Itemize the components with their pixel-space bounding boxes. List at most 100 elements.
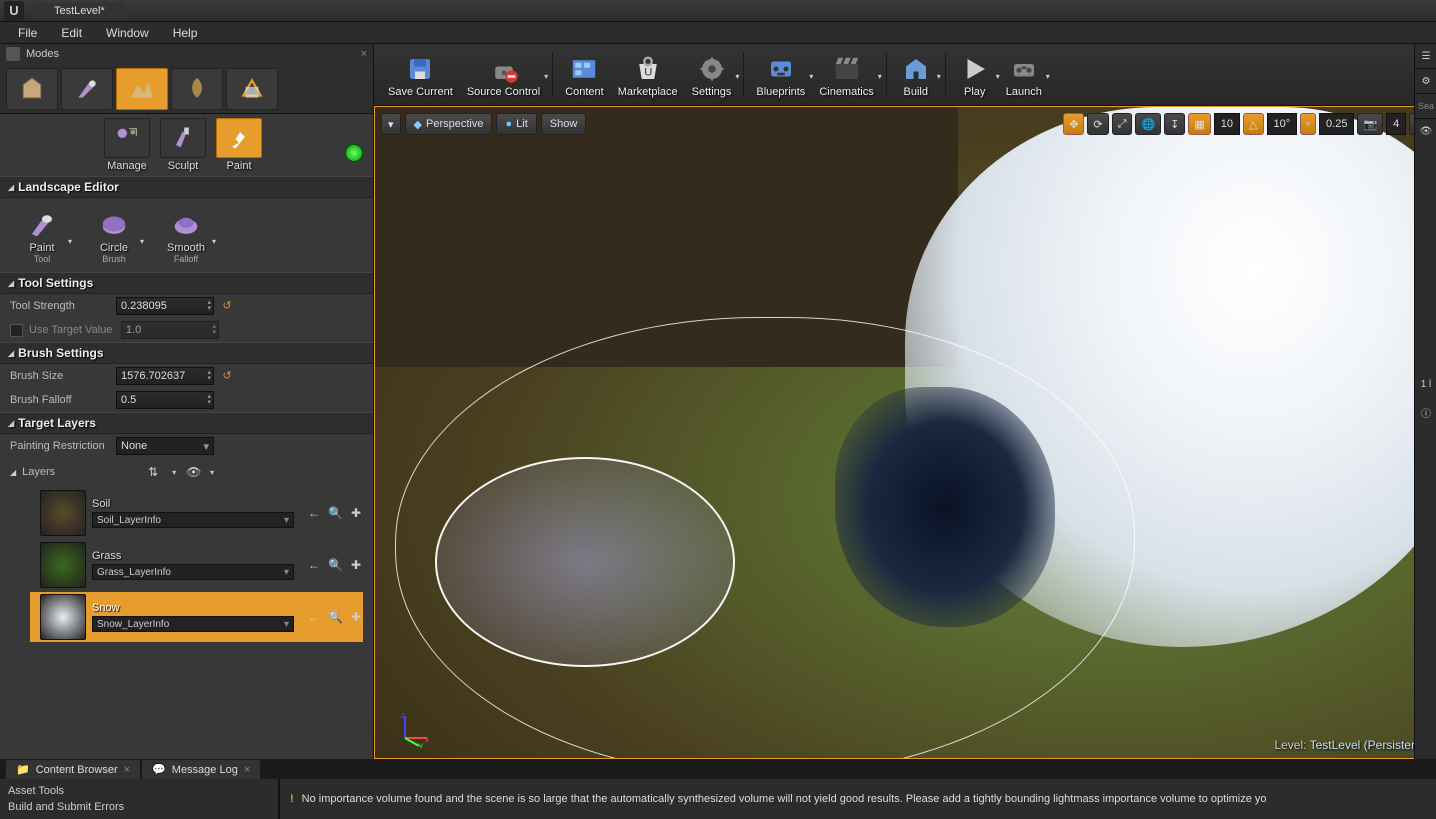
- search-placeholder[interactable]: Sea: [1415, 94, 1436, 118]
- viewport-lit-button[interactable]: ●Lit: [496, 113, 536, 135]
- toolbar-settings-button[interactable]: Settings▾: [686, 50, 738, 100]
- section-landscape-editor[interactable]: Landscape Editor: [0, 176, 373, 198]
- brush-size-input[interactable]: 1576.702637▴▾: [116, 367, 214, 385]
- landscape-paint-button[interactable]: Paint: [212, 118, 266, 172]
- browse-icon[interactable]: ←: [308, 506, 320, 520]
- close-icon[interactable]: ×: [244, 764, 250, 776]
- chevron-down-icon[interactable]: ▾: [878, 72, 882, 81]
- painting-restriction-select[interactable]: None: [116, 437, 214, 455]
- brush-falloff-input[interactable]: 0.5▴▾: [116, 391, 214, 409]
- search-icon[interactable]: 🔍: [328, 506, 343, 520]
- chevron-down-icon[interactable]: ▾: [212, 237, 216, 246]
- tab-message-log[interactable]: 💬Message Log×: [142, 760, 260, 779]
- camera-speed-value[interactable]: 4: [1386, 113, 1406, 135]
- reset-icon[interactable]: ↺: [220, 299, 234, 313]
- toolbar-marketplace-button[interactable]: UMarketplace: [612, 50, 684, 100]
- grid-snap-value[interactable]: 10: [1214, 113, 1240, 135]
- coord-space-button[interactable]: 🌐: [1135, 113, 1161, 135]
- chevron-down-icon[interactable]: ▾: [1046, 72, 1050, 81]
- chevron-down-icon[interactable]: ▾: [937, 72, 941, 81]
- layer-item-soil[interactable]: Soil Soil_LayerInfo ←🔍✚: [38, 488, 363, 538]
- grid-snap-button[interactable]: ▦: [1188, 113, 1210, 135]
- landscape-manage-button[interactable]: Manage: [100, 118, 154, 172]
- browse-icon[interactable]: ←: [308, 558, 320, 572]
- transform-scale-button[interactable]: ⤢: [1112, 113, 1133, 135]
- editor-mode-toolbar: [0, 64, 373, 114]
- mode-landscape-button[interactable]: [116, 68, 168, 110]
- menu-file[interactable]: File: [8, 24, 47, 42]
- brush-circle-sublabel: Brush: [82, 254, 146, 264]
- sort-icon[interactable]: ⇅: [148, 465, 162, 479]
- mode-place-button[interactable]: [6, 68, 58, 110]
- layer-info-select[interactable]: Grass_LayerInfo: [92, 564, 294, 580]
- falloff-smooth[interactable]: Smooth Falloff ▾: [154, 206, 218, 264]
- tool-paint-sublabel: Tool: [10, 254, 74, 264]
- toolbar-blueprints-button[interactable]: Blueprints▾: [750, 50, 811, 100]
- mode-paint-button[interactable]: [61, 68, 113, 110]
- layer-info-select[interactable]: Snow_LayerInfo: [92, 616, 294, 632]
- close-icon[interactable]: ×: [124, 764, 130, 776]
- close-icon[interactable]: ×: [361, 48, 367, 60]
- search-icon[interactable]: 🔍: [328, 558, 343, 572]
- outliner-toggle-icon[interactable]: ☰: [1415, 44, 1436, 68]
- viewport-show-button[interactable]: Show: [541, 113, 587, 135]
- layer-info-select[interactable]: Soil_LayerInfo: [92, 512, 294, 528]
- use-target-value-checkbox[interactable]: [10, 324, 23, 337]
- info-icon[interactable]: ⓘ: [1415, 400, 1436, 424]
- chevron-down-icon[interactable]: ▾: [735, 72, 739, 81]
- brush-circle[interactable]: Circle Brush ▾: [82, 206, 146, 264]
- toolbar-content-button[interactable]: Content: [559, 50, 610, 100]
- list-item[interactable]: Build and Submit Errors: [8, 799, 270, 815]
- chevron-down-icon[interactable]: ▾: [140, 237, 144, 246]
- falloff-smooth-label: Smooth: [154, 242, 218, 254]
- add-icon[interactable]: ✚: [351, 610, 361, 624]
- details-toggle-icon[interactable]: ⚙: [1415, 69, 1436, 93]
- viewport[interactable]: ▾ ◆Perspective ●Lit Show ✥ ⟳ ⤢ 🌐 ↧ ▦ 10 …: [374, 106, 1436, 759]
- angle-snap-button[interactable]: △: [1243, 113, 1263, 135]
- section-tool-settings[interactable]: Tool Settings: [0, 272, 373, 294]
- camera-speed-button[interactable]: 📷: [1357, 113, 1383, 135]
- tab-content-browser[interactable]: 📁Content Browser×: [6, 760, 140, 779]
- list-item[interactable]: Asset Tools: [8, 783, 270, 799]
- toolbar-play-button[interactable]: Play▾: [952, 50, 998, 100]
- toolbar-source-control-button[interactable]: Source Control▾: [461, 50, 546, 100]
- chevron-down-icon[interactable]: ▾: [544, 72, 548, 81]
- toolbar-save-current-button[interactable]: Save Current: [382, 50, 459, 100]
- add-icon[interactable]: ✚: [351, 506, 361, 520]
- angle-snap-value[interactable]: 10°: [1267, 113, 1298, 135]
- visibility-toggle-icon[interactable]: 👁: [1415, 119, 1436, 143]
- menu-window[interactable]: Window: [96, 24, 159, 42]
- landscape-sculpt-button[interactable]: Sculpt: [156, 118, 210, 172]
- add-icon[interactable]: ✚: [351, 558, 361, 572]
- scale-snap-value[interactable]: 0.25: [1319, 113, 1354, 135]
- section-brush-settings[interactable]: Brush Settings: [0, 342, 373, 364]
- tool-paint[interactable]: Paint Tool ▾: [10, 206, 74, 264]
- viewport-options-button[interactable]: ▾: [381, 113, 401, 135]
- chevron-down-icon[interactable]: ▾: [68, 237, 72, 246]
- reset-icon[interactable]: ↺: [220, 369, 234, 383]
- level-document-tab[interactable]: TestLevel*: [34, 3, 125, 19]
- search-icon[interactable]: 🔍: [328, 610, 343, 624]
- viewport-perspective-button[interactable]: ◆Perspective: [405, 113, 493, 135]
- menu-edit[interactable]: Edit: [51, 24, 92, 42]
- browse-icon[interactable]: ←: [308, 610, 320, 624]
- modes-panel-tab[interactable]: Modes ×: [0, 44, 373, 64]
- tool-strength-input[interactable]: 0.238095▴▾: [116, 297, 214, 315]
- level-label: Level: TestLevel (Persistent): [1274, 738, 1425, 752]
- mode-foliage-button[interactable]: [171, 68, 223, 110]
- menu-help[interactable]: Help: [163, 24, 208, 42]
- mode-geometry-button[interactable]: [226, 68, 278, 110]
- surface-snap-button[interactable]: ↧: [1164, 113, 1185, 135]
- toolbar-cinematics-button[interactable]: Cinematics▾: [813, 50, 879, 100]
- section-target-layers[interactable]: Target Layers: [0, 412, 373, 434]
- layer-item-snow[interactable]: Snow Snow_LayerInfo ←🔍✚: [30, 592, 363, 642]
- layer-item-grass[interactable]: Grass Grass_LayerInfo ←🔍✚: [38, 540, 363, 590]
- toolbar-launch-button[interactable]: Launch▾: [1000, 50, 1048, 100]
- scale-snap-button[interactable]: ▫: [1300, 113, 1316, 135]
- transform-rotate-button[interactable]: ⟳: [1087, 113, 1108, 135]
- toolbar-build-button[interactable]: Build▾: [893, 50, 939, 100]
- visibility-icon[interactable]: 👁: [186, 465, 200, 479]
- brush-falloff-label: Brush Falloff: [10, 394, 110, 406]
- main-area: Save CurrentSource Control▾ ContentUMarke…: [374, 44, 1436, 759]
- transform-select-button[interactable]: ✥: [1063, 113, 1084, 135]
